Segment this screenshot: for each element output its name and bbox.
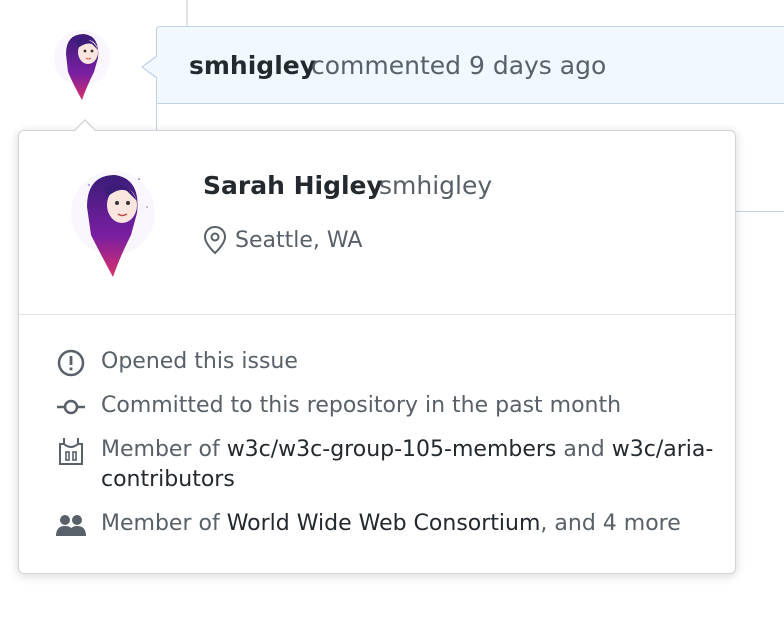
hovercard-profile: Sarah Higley smhigley Seattle, WA bbox=[19, 131, 735, 315]
comment-header: smhigley commented 9 days ago bbox=[157, 27, 784, 104]
member-prefix: Member of bbox=[101, 437, 227, 462]
profile-location: Seattle, WA bbox=[203, 225, 362, 255]
org-more-text: , and 4 more bbox=[540, 511, 681, 536]
team-link-2-cont[interactable]: contributors bbox=[101, 467, 235, 492]
git-commit-icon bbox=[55, 394, 87, 420]
member-org-prefix: Member of bbox=[101, 511, 227, 536]
context-opened-issue: Opened this issue bbox=[55, 347, 715, 377]
team-icon bbox=[55, 438, 87, 465]
opened-issue-text: Opened this issue bbox=[101, 349, 298, 374]
comment-timestamp[interactable]: commented 9 days ago bbox=[311, 51, 606, 80]
team-link-2[interactable]: w3c/aria- bbox=[612, 437, 714, 462]
context-member-teams: Member of w3c/w3c-group-105-members and … bbox=[55, 435, 715, 495]
context-committed: Committed to this repository in the past… bbox=[55, 391, 715, 421]
team-link-1[interactable]: w3c/w3c-group-105-members bbox=[227, 437, 557, 462]
profile-login[interactable]: smhigley bbox=[379, 171, 492, 200]
and-text: and bbox=[556, 437, 612, 462]
committed-text: Committed to this repository in the past… bbox=[101, 393, 622, 418]
organization-icon bbox=[55, 512, 87, 538]
profile-name[interactable]: Sarah Higley bbox=[203, 171, 383, 200]
hovercard-context-list: Opened this issue Committed to this repo… bbox=[55, 347, 715, 553]
profile-avatar[interactable] bbox=[67, 167, 159, 279]
org-link[interactable]: World Wide Web Consortium bbox=[227, 511, 541, 536]
comment-author-link[interactable]: smhigley bbox=[189, 51, 316, 80]
context-member-orgs: Member of World Wide Web Consortium, and… bbox=[55, 509, 715, 539]
comment-arrow-inner bbox=[143, 56, 158, 78]
avatar[interactable] bbox=[52, 28, 112, 102]
issue-opened-icon bbox=[55, 349, 87, 377]
location-text: Seattle, WA bbox=[235, 227, 363, 253]
user-hovercard: Sarah Higley smhigley Seattle, WA Opened… bbox=[18, 119, 736, 574]
location-pin-icon bbox=[203, 225, 227, 255]
